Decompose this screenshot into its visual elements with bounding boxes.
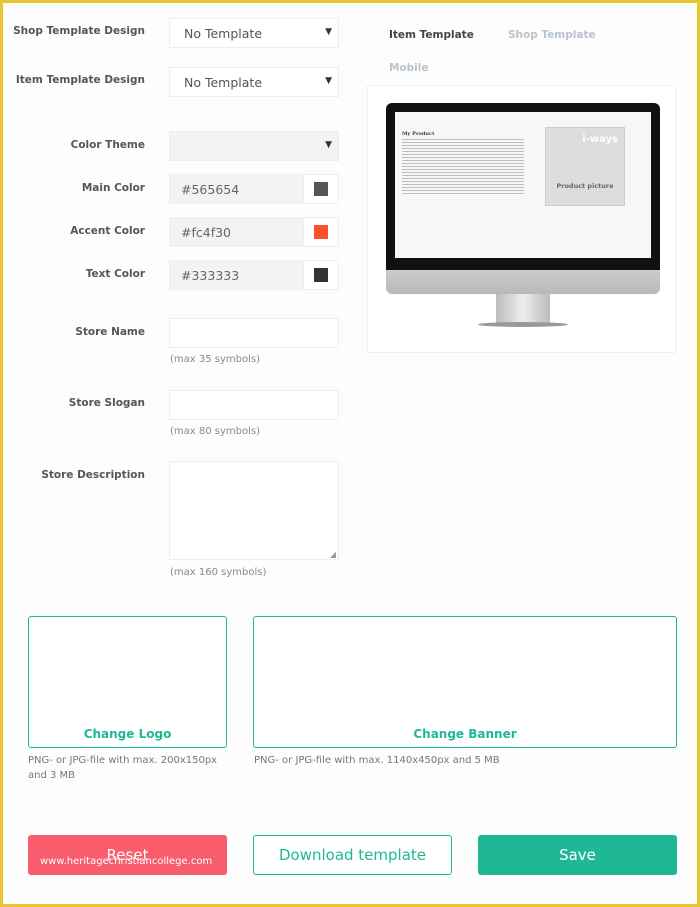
product-picture-label: Product picture xyxy=(556,182,614,190)
chevron-down-icon: ▼ xyxy=(325,27,332,37)
banner-note: PNG- or JPG-file with max. 1140x450px an… xyxy=(254,755,500,766)
preview-panel: My Product i-ways Product picture xyxy=(367,85,676,353)
store-slogan-label: Store Slogan xyxy=(68,397,145,409)
text-color-picker[interactable] xyxy=(303,261,338,289)
change-logo-label: Change Logo xyxy=(83,727,172,741)
accent-color-picker[interactable] xyxy=(303,218,338,246)
main-color-value: #565654 xyxy=(181,182,240,197)
shop-template-label: Shop Template Design xyxy=(13,25,145,37)
monitor-screen: My Product i-ways Product picture xyxy=(395,112,651,258)
chevron-down-icon: ▼ xyxy=(325,140,332,150)
tab-mobile[interactable]: Mobile xyxy=(389,62,429,74)
text-color-input[interactable]: #333333 xyxy=(169,260,339,290)
main-color-picker[interactable] xyxy=(303,175,338,203)
change-banner-label: Change Banner xyxy=(413,727,517,741)
accent-color-swatch xyxy=(314,225,328,239)
change-logo-button[interactable]: Change Logo xyxy=(28,616,227,748)
store-slogan-input[interactable] xyxy=(169,390,339,420)
shop-template-select[interactable]: No Template ▼ xyxy=(169,18,339,48)
main-color-label: Main Color xyxy=(81,182,145,194)
store-name-input[interactable] xyxy=(169,318,339,348)
resize-handle-icon[interactable]: ◢ xyxy=(330,550,336,559)
accent-color-label: Accent Color xyxy=(70,225,145,237)
store-description-textarea[interactable]: ◢ xyxy=(169,461,339,560)
main-color-input[interactable]: #565654 xyxy=(169,174,339,204)
product-title: My Product xyxy=(402,131,435,137)
text-color-swatch xyxy=(314,268,328,282)
accent-color-value: #fc4f30 xyxy=(181,225,232,240)
store-description-label: Store Description xyxy=(41,469,145,481)
logo-note: PNG- or JPG-file with max. 200x150px and… xyxy=(28,755,218,781)
logo-text: i-ways xyxy=(582,134,618,145)
text-color-value: #333333 xyxy=(181,268,240,283)
store-description-hint: (max 160 symbols) xyxy=(170,567,267,578)
monitor-base xyxy=(478,322,568,327)
store-slogan-hint: (max 80 symbols) xyxy=(170,426,260,437)
color-theme-label: Color Theme xyxy=(70,139,145,151)
item-template-select[interactable]: No Template ▼ xyxy=(169,67,339,97)
reset-button[interactable]: Reset xyxy=(28,835,227,875)
chevron-down-icon: ▼ xyxy=(325,76,332,86)
item-template-value: No Template xyxy=(184,75,263,90)
store-name-hint: (max 35 symbols) xyxy=(170,354,260,365)
store-name-label: Store Name xyxy=(75,326,145,338)
text-color-label: Text Color xyxy=(85,268,145,280)
monitor-bezel: My Product i-ways Product picture xyxy=(386,103,660,270)
monitor-stand xyxy=(496,294,550,324)
tab-item-template[interactable]: Item Template xyxy=(389,29,474,41)
watermark: www.heritagechristiancollege.com xyxy=(40,856,213,867)
color-theme-select[interactable]: ▼ xyxy=(169,131,339,161)
main-color-swatch xyxy=(314,182,328,196)
download-template-button[interactable]: Download template xyxy=(253,835,452,875)
tab-shop-template[interactable]: Shop Template xyxy=(508,29,596,41)
change-banner-button[interactable]: Change Banner xyxy=(253,616,677,748)
monitor-chin xyxy=(386,270,660,294)
shop-template-value: No Template xyxy=(184,26,263,41)
product-description-text xyxy=(402,139,524,195)
save-button[interactable]: Save xyxy=(478,835,677,875)
product-picture: i-ways Product picture xyxy=(545,127,625,206)
accent-color-input[interactable]: #fc4f30 xyxy=(169,217,339,247)
item-template-label: Item Template Design xyxy=(15,74,145,86)
